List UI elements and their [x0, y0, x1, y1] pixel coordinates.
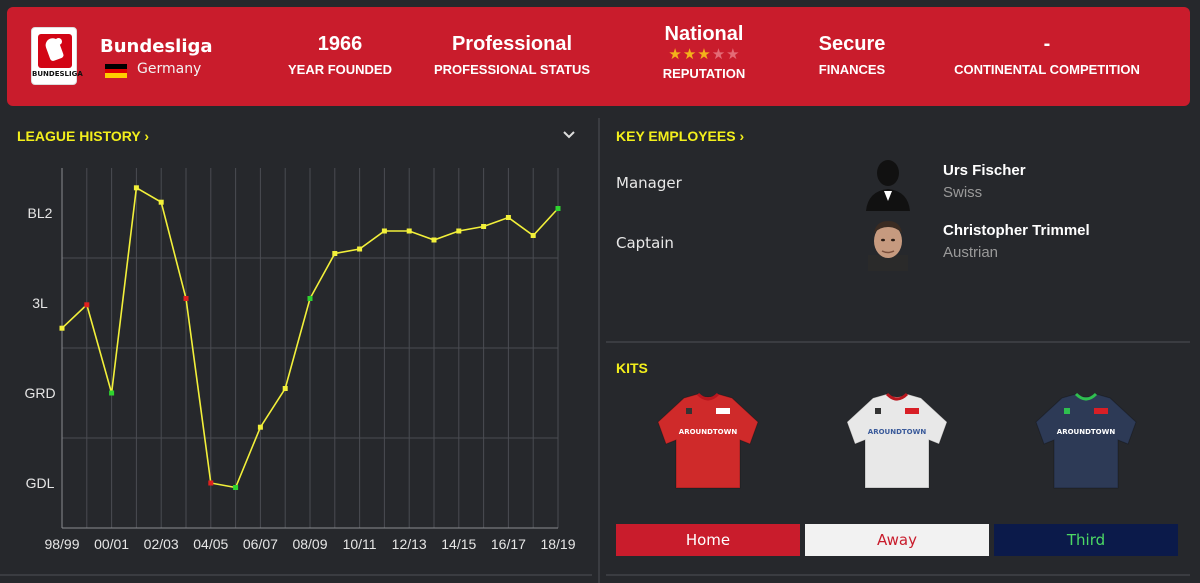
stat-year-founded: 1966 YEAR FOUNDED — [279, 33, 401, 77]
chart-x-tick-label: 04/05 — [193, 536, 228, 552]
finances-value: Secure — [818, 33, 886, 55]
chart-y-tick-label: GRD — [24, 385, 55, 401]
chart-point-99-00[interactable] — [84, 302, 90, 308]
chart-point-15-16[interactable] — [481, 224, 487, 229]
stat-reputation: National ★ ★ ★ ★ ★ REPUTATION — [639, 23, 769, 81]
professional-status-value: Professional — [451, 33, 573, 55]
league-history-chart: BL2 3L GRD GDL 98/99 00/01 02/03 04/05 06/07 08/0… — [24, 168, 576, 552]
chart-point-12-13[interactable] — [406, 228, 412, 234]
chart-y-tick-label: GDL — [26, 475, 55, 491]
chart-point-98-99[interactable] — [59, 325, 65, 331]
chart-point-11-12[interactable] — [381, 228, 387, 234]
chart-point-14-15[interactable] — [456, 228, 462, 234]
stat-continental-competition: - CONTINENTAL COMPETITION — [942, 33, 1152, 77]
star-empty-icon: ★ — [726, 45, 740, 63]
captain-role-label: Captain — [616, 234, 674, 252]
away-kit-button[interactable]: Away — [805, 524, 989, 556]
bundesliga-logo: BUNDESLIGA — [31, 27, 83, 85]
key-employees-title[interactable]: KEY EMPLOYEES › — [616, 128, 744, 144]
chart-point-03-04[interactable] — [183, 296, 189, 301]
home-kit-shirt[interactable]: AROUNDTOWN — [654, 392, 762, 492]
finances-label: FINANCES — [818, 62, 886, 77]
year-founded-value: 1966 — [317, 33, 363, 55]
chart-y-tick-label: 3L — [32, 295, 48, 311]
league-name[interactable]: Bundesliga — [100, 36, 213, 57]
continental-competition-value: - — [1043, 33, 1051, 55]
chart-point-16-17[interactable] — [505, 215, 511, 220]
chart-x-tick-label: 00/01 — [94, 536, 129, 552]
germany-flag-icon — [105, 64, 127, 79]
manager-nationality: Swiss — [943, 184, 983, 201]
chart-x-tick-label: 14/15 — [441, 536, 476, 552]
chevron-down-icon[interactable] — [562, 128, 576, 144]
chart-y-tick-label: BL2 — [28, 205, 53, 221]
kit-sponsor-text: AROUNDTOWN — [1057, 428, 1116, 436]
year-founded-label: YEAR FOUNDED — [287, 62, 392, 77]
chart-point-00-01[interactable] — [109, 390, 115, 396]
league-header: BUNDESLIGA Bundesliga Germany 1966 YEAR … — [7, 7, 1190, 106]
chart-point-05-06[interactable] — [233, 485, 239, 490]
chart-point-10-11[interactable] — [357, 246, 363, 252]
chart-point-09-10[interactable] — [332, 251, 338, 256]
panel-divider — [598, 118, 600, 583]
chart-point-18-19[interactable] — [555, 206, 561, 211]
chart-x-tick-label: 02/03 — [144, 536, 179, 552]
chart-point-02-03[interactable] — [158, 199, 164, 205]
manager-role-label: Manager — [616, 174, 682, 192]
kit-sponsor-text: AROUNDTOWN — [679, 428, 738, 436]
captain-nationality: Austrian — [943, 244, 999, 261]
professional-status-label: PROFESSIONAL STATUS — [433, 62, 590, 77]
stat-finances: Secure FINANCES — [797, 33, 907, 77]
reputation-label: REPUTATION — [662, 66, 746, 81]
league-history-title[interactable]: LEAGUE HISTORY › — [17, 128, 149, 144]
chart-x-tick-label: 98/99 — [44, 536, 79, 552]
home-kit-button[interactable]: Home — [616, 524, 800, 556]
star-filled-icon: ★ — [668, 45, 682, 63]
star-empty-icon: ★ — [711, 45, 726, 63]
continental-competition-label: CONTINENTAL COMPETITION — [954, 62, 1140, 77]
kits-title: KITS — [616, 360, 648, 376]
chart-x-tick-label: 08/09 — [292, 536, 327, 552]
kit-sponsor-text: AROUNDTOWN — [868, 428, 927, 436]
bottom-divider-right — [606, 574, 1190, 576]
chart-point-06-07[interactable] — [257, 424, 263, 430]
chart-x-tick-label: 10/11 — [343, 536, 377, 552]
bottom-divider-left — [0, 574, 592, 576]
chart-point-01-02[interactable] — [133, 185, 139, 191]
third-kit-button[interactable]: Third — [994, 524, 1178, 556]
chart-point-04-05[interactable] — [208, 480, 214, 486]
reputation-value: National — [664, 23, 744, 45]
chart-point-07-08[interactable] — [282, 386, 288, 391]
captain-avatar[interactable] — [864, 215, 912, 271]
captain-name[interactable]: Christopher Trimmel — [943, 222, 1090, 239]
manager-name[interactable]: Urs Fischer — [943, 162, 1026, 179]
chart-point-17-18[interactable] — [530, 233, 536, 238]
chart-x-tick-label: 06/07 — [243, 536, 278, 552]
chart-x-tick-label: 18/19 — [540, 536, 575, 552]
away-kit-shirt[interactable]: AROUNDTOWN — [843, 392, 951, 492]
employees-kits-divider — [606, 341, 1190, 343]
chart-point-13-14[interactable] — [431, 237, 437, 243]
manager-avatar[interactable] — [864, 155, 912, 211]
star-filled-icon: ★ — [682, 45, 697, 63]
third-kit-shirt[interactable]: AROUNDTOWN — [1032, 392, 1140, 492]
reputation-stars-icon: ★ ★ ★ ★ ★ — [639, 47, 769, 62]
star-filled-icon: ★ — [697, 45, 711, 63]
country-name[interactable]: Germany — [137, 61, 201, 77]
chart-x-tick-label: 12/13 — [392, 536, 427, 552]
stat-professional-status: Professional PROFESSIONAL STATUS — [427, 33, 597, 77]
chart-point-08-09[interactable] — [307, 296, 313, 301]
chart-x-tick-label: 16/17 — [491, 536, 526, 552]
